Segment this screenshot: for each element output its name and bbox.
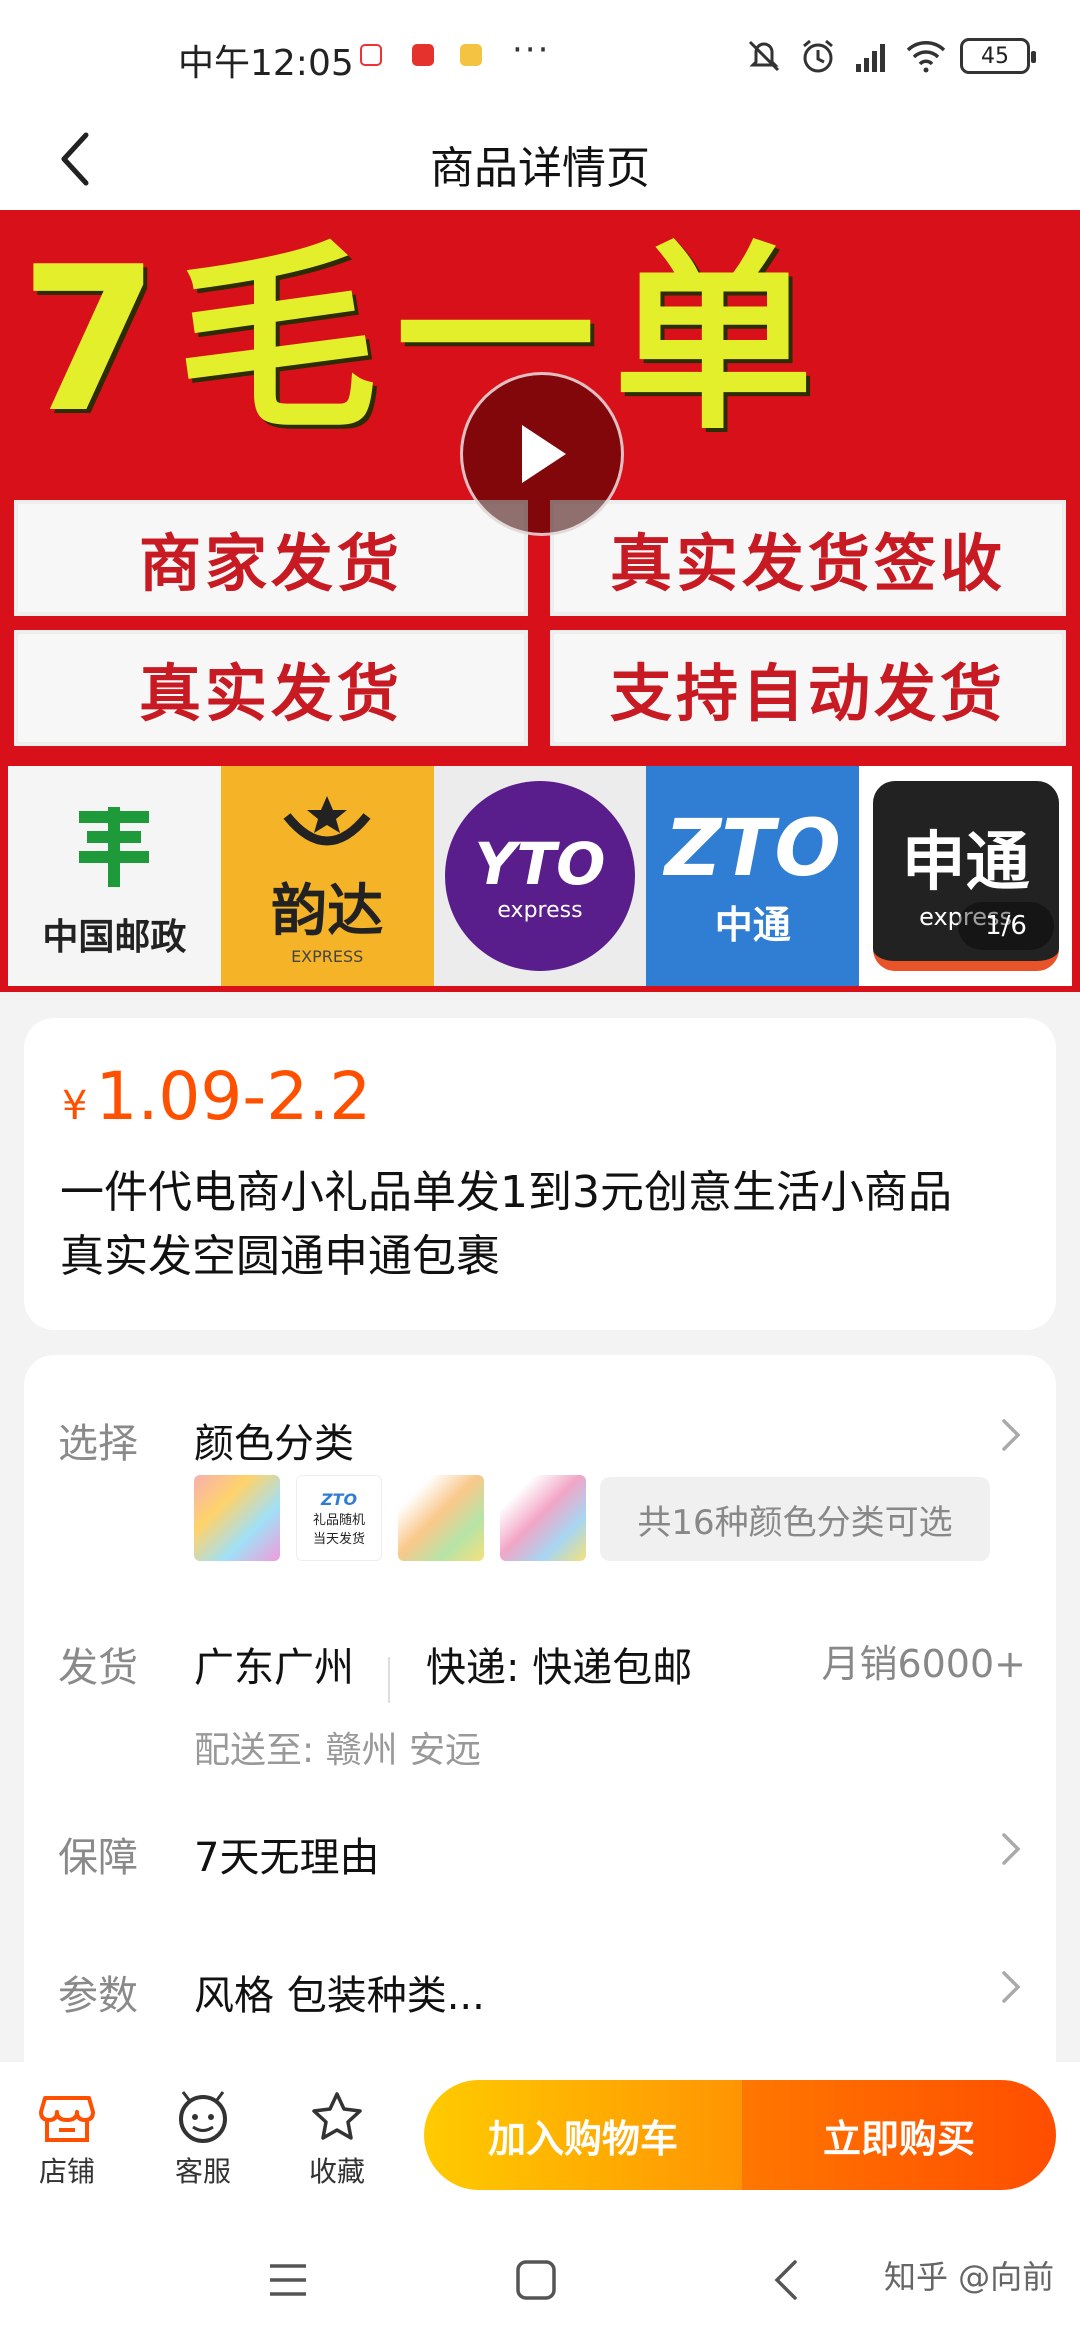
shop-button[interactable]: 店铺 [12, 2090, 122, 2190]
logo-subtext: 中通 [714, 902, 791, 947]
params-value: 风格 包装种类... [194, 1973, 485, 2019]
china-post-icon [79, 807, 150, 887]
buy-now-button[interactable]: 立即购买 [742, 2080, 1056, 2190]
params-label: 参数 [58, 1973, 138, 2019]
play-icon [522, 425, 566, 483]
recent-apps-button[interactable] [260, 2252, 316, 2308]
yto-badge: YTO express [444, 781, 635, 971]
purchase-buttons: 加入购物车 立即购买 [424, 2080, 1056, 2190]
product-title-line1: 一件代电商小礼品单发1到3元创意生活小商品 [60, 1167, 952, 1218]
ship-label: 发货 [58, 1645, 138, 1691]
china-post-logo: 中国邮政 [8, 766, 221, 986]
ship-method: 快递: 快递包邮 [426, 1645, 693, 1691]
variant-thumbnail[interactable] [500, 1475, 586, 1561]
zto-mini-logo: ZTO [320, 1489, 358, 1509]
logo-subtext: express [497, 897, 583, 923]
courier-logos: 中国邮政 韵达 EXPRESS YTO express ZTO 中通 申通 ex… [8, 766, 1072, 986]
guarantee-label: 保障 [58, 1835, 138, 1881]
header: 商品详情页 [0, 110, 1080, 210]
variant-thumbnail[interactable] [194, 1475, 280, 1561]
hero-tag-2: 真实发货签收 [550, 500, 1066, 616]
currency-symbol: ¥ [62, 1083, 88, 1129]
play-video-button[interactable] [460, 372, 624, 536]
mute-icon [748, 40, 780, 72]
thumb-text: 礼品随机 [312, 1512, 365, 1528]
chevron-right-icon [1002, 1833, 1021, 1865]
page-title: 商品详情页 [430, 143, 650, 194]
yunda-icon [283, 796, 371, 846]
battery-icon: 45 [960, 38, 1036, 74]
logo-text: ZTO [664, 803, 841, 894]
gallery-page-indicator: 1/6 [958, 902, 1054, 950]
add-to-cart-button[interactable]: 加入购物车 [424, 2080, 742, 2190]
service-label: 客服 [174, 2155, 231, 2188]
star-icon [312, 2092, 362, 2140]
weibo-app-icon [360, 44, 382, 66]
logo-text: 中国邮政 [42, 917, 187, 958]
zto-logo: ZTO 中通 [646, 766, 860, 986]
product-title-line2: 真实发空圆通申通包裹 [60, 1231, 500, 1282]
back-chevron-icon [774, 2260, 797, 2300]
logo-text: 申通 [901, 826, 1030, 900]
select-value: 颜色分类 [194, 1421, 354, 1467]
battery-level: 45 [981, 43, 1009, 69]
customer-service-icon [179, 2091, 227, 2143]
variant-thumbnail[interactable] [398, 1475, 484, 1561]
app-notification-icon-2 [460, 44, 482, 66]
alarm-icon [803, 39, 833, 73]
price-card: ¥1.09-2.2 一件代电商小礼品单发1到3元创意生活小商品 真实发空圆通申通… [24, 1018, 1056, 1330]
divider [388, 1657, 390, 1703]
sto-logo: 申通 express [859, 766, 1072, 986]
product-gallery[interactable]: 7毛一单 商家发货 真实发货签收 真实发货 支持自动发货 中国邮政 韵达 EXP… [0, 210, 1080, 992]
wifi-icon [906, 41, 946, 73]
product-info-card: 选择 颜色分类 ZTO 礼品随机 当天发货 共16种颜色分类可选 发货 广东广州… [24, 1355, 1056, 2095]
logo-text: 韵达 [271, 879, 384, 944]
thumb-text: 当天发货 [312, 1531, 365, 1547]
variants-count-chip[interactable]: 共16种颜色分类可选 [600, 1477, 990, 1561]
bottom-action-bar: 店铺 客服 收藏 加入购物车 立即购买 [0, 2062, 1080, 2212]
hero-tag-4: 支持自动发货 [550, 630, 1066, 746]
logo-subtext: EXPRESS [291, 947, 364, 966]
more-notifications-icon: ··· [512, 30, 551, 70]
watermark: 知乎 @向前 [884, 2258, 1055, 2296]
status-bar: 中午12:05 ··· 45 [0, 0, 1080, 110]
store-icon [39, 2096, 95, 2142]
hero-tag-1: 商家发货 [14, 500, 528, 616]
chevron-right-icon [1002, 1419, 1021, 1451]
signal-icon [856, 44, 885, 72]
guarantee-value: 7天无理由 [194, 1835, 380, 1881]
yto-logo: YTO express [433, 766, 647, 986]
chevron-right-icon [1002, 1971, 1021, 2003]
monthly-sales: 月销6000+ [821, 1642, 1026, 1686]
logo-text: YTO [474, 829, 606, 898]
price-value: 1.09-2.2 [95, 1058, 372, 1135]
deliver-to[interactable]: 配送至: 赣州 安远 [194, 1721, 481, 1773]
price: ¥1.09-2.2 [62, 1058, 371, 1135]
favorite-button[interactable]: 收藏 [282, 2090, 392, 2190]
home-button[interactable] [508, 2252, 564, 2308]
favorite-label: 收藏 [308, 2155, 365, 2188]
hero-tag-3: 真实发货 [14, 630, 528, 746]
yunda-logo: 韵达 EXPRESS [220, 766, 434, 986]
system-back-button[interactable] [758, 2252, 814, 2308]
shop-label: 店铺 [38, 2155, 95, 2188]
customer-service-button[interactable]: 客服 [148, 2090, 258, 2190]
app-notification-icon [412, 44, 434, 66]
ship-origin: 广东广州 [194, 1645, 354, 1691]
menu-icon [270, 2264, 306, 2296]
select-label: 选择 [58, 1421, 138, 1467]
home-square-icon [516, 2260, 556, 2300]
status-time: 中午12:05 [178, 43, 354, 84]
system-navigation-bar: 知乎 @向前 [0, 2212, 1080, 2340]
variant-thumbnail[interactable]: ZTO 礼品随机 当天发货 [296, 1475, 382, 1561]
